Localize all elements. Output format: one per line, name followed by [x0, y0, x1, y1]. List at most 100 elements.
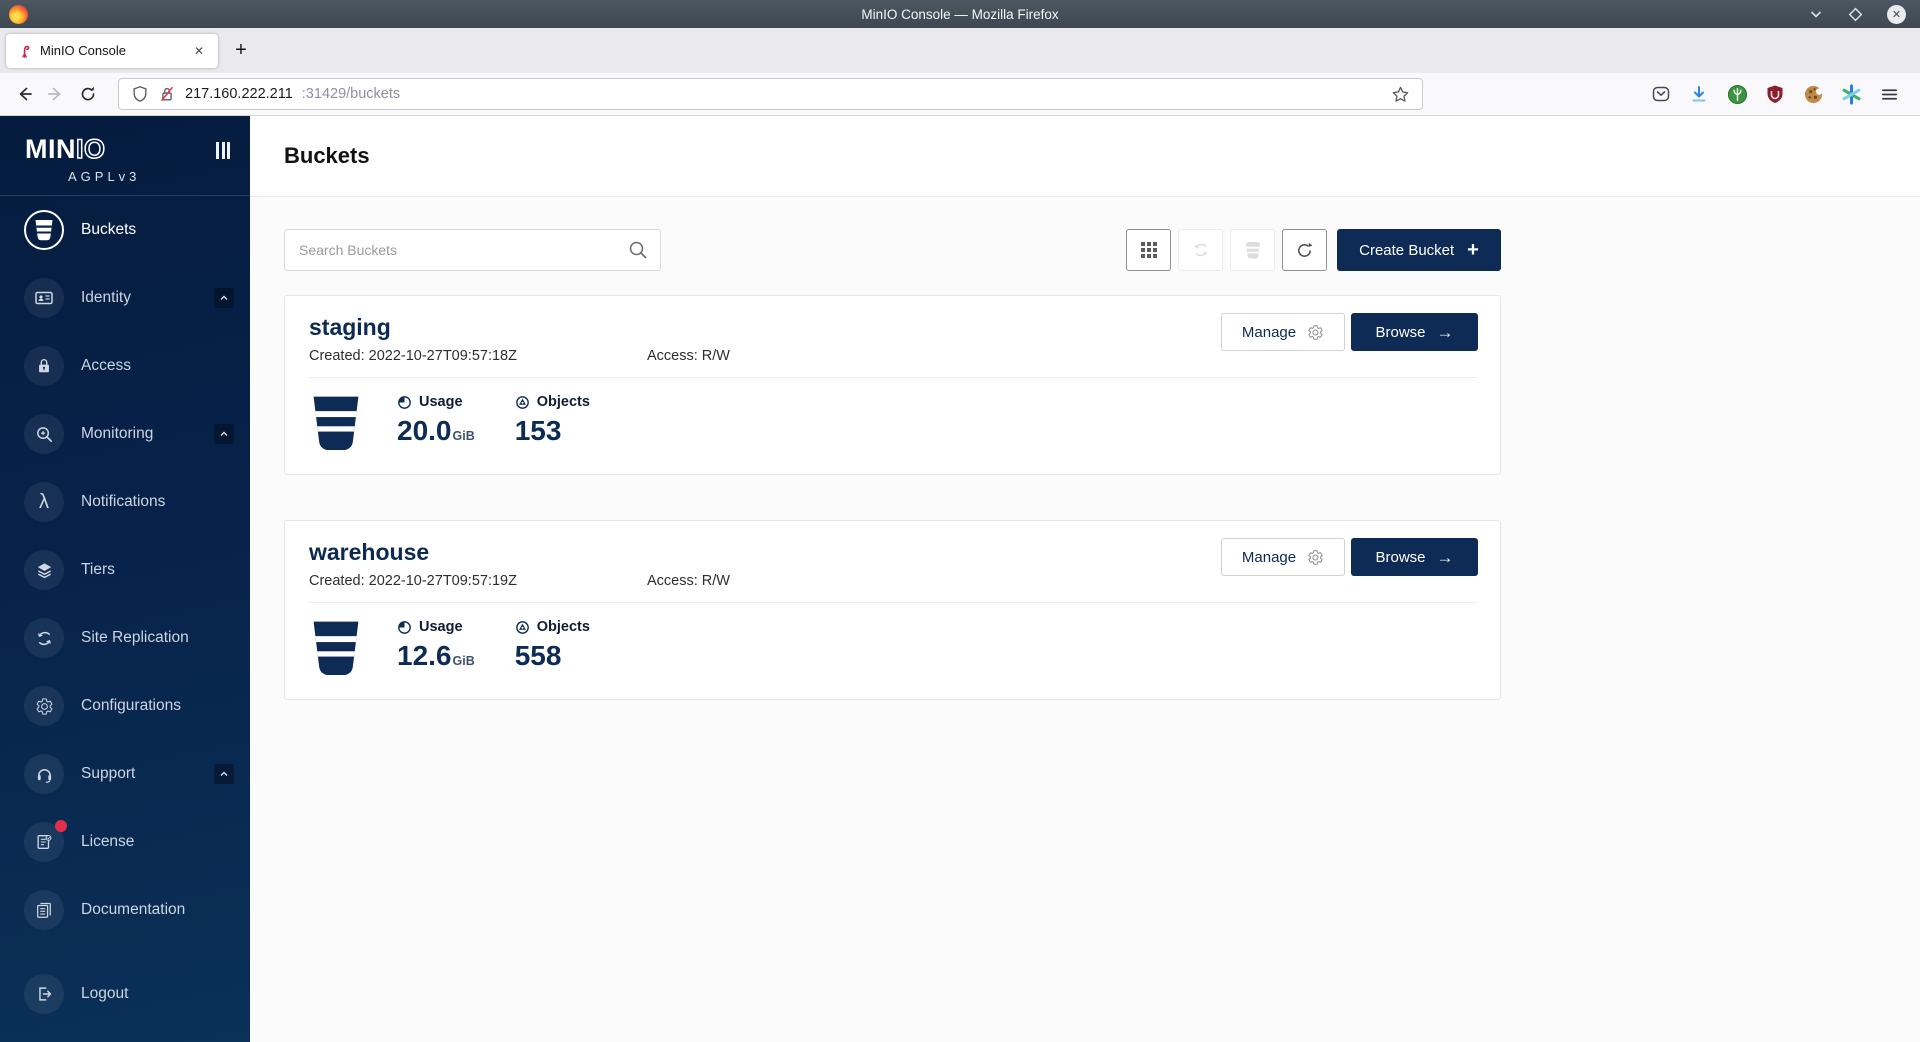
sidebar-item-support[interactable]: Support	[0, 740, 250, 808]
window-maximize-icon[interactable]	[1848, 7, 1863, 22]
bucket-card-staging[interactable]: staging Created: 2022-10-27T09:57:18Z Ac…	[284, 295, 1501, 475]
lambda-glyph: λ	[39, 492, 49, 512]
logo-solid: MIN	[25, 134, 76, 164]
grid-view-button[interactable]	[1126, 229, 1171, 271]
bucket-card-actions: Manage Browse →	[1221, 313, 1478, 351]
chevron-up-icon[interactable]	[214, 764, 234, 784]
bucket-card-warehouse[interactable]: warehouse Created: 2022-10-27T09:57:19Z …	[284, 520, 1501, 700]
window-minimize-icon[interactable]	[1808, 6, 1824, 22]
downloads-icon[interactable]	[1688, 83, 1710, 105]
buckets-content: Create Bucket + staging Created: 2022-10…	[250, 197, 1920, 700]
manage-button[interactable]: Manage	[1221, 313, 1345, 351]
refresh-button[interactable]	[1282, 229, 1327, 271]
minio-logo: MINIO	[25, 136, 228, 163]
usage-pie-icon	[397, 395, 412, 410]
sidebar-item-tiers[interactable]: Tiers	[0, 536, 250, 604]
firefox-logo-icon	[9, 5, 28, 24]
url-path: :31429/buckets	[302, 86, 400, 102]
usage-label: Usage	[419, 394, 463, 410]
manage-button[interactable]: Manage	[1221, 538, 1345, 576]
sidebar-item-label: Tiers	[81, 561, 115, 579]
window-close-icon[interactable]: ✕	[1887, 5, 1906, 24]
card-divider	[309, 602, 1476, 603]
usage-label-row: Usage	[397, 619, 475, 635]
back-button[interactable]	[8, 78, 40, 110]
sidebar-item-label: Documentation	[81, 901, 185, 919]
create-bucket-button[interactable]: Create Bucket +	[1337, 229, 1501, 271]
usage-stat: Usage 12.6GiB	[397, 619, 475, 670]
gear-icon	[1307, 549, 1324, 566]
sidebar: MINIO AGPLv3 Buckets Identity	[0, 116, 250, 1042]
multiaccount-extension-icon[interactable]	[1840, 83, 1862, 105]
minio-favicon-icon	[16, 43, 32, 59]
bucket-action-buttons	[1126, 229, 1327, 271]
bucket-access: Access: R/W	[647, 348, 730, 364]
chevron-up-icon[interactable]	[214, 424, 234, 444]
layers-icon	[24, 550, 64, 590]
shield-permissions-icon[interactable]	[131, 85, 149, 103]
usage-label: Usage	[419, 619, 463, 635]
sidebar-item-buckets[interactable]: Buckets	[0, 196, 250, 264]
insecure-lock-icon[interactable]	[158, 85, 176, 103]
sidebar-item-documentation[interactable]: Documentation	[0, 876, 250, 944]
headset-icon	[24, 754, 64, 794]
objects-label-row: Objects	[515, 619, 590, 635]
sidebar-item-logout[interactable]: Logout	[0, 960, 250, 1028]
sidebar-item-label: Buckets	[81, 221, 136, 239]
id-card-icon	[24, 278, 64, 318]
bucket-card-actions: Manage Browse →	[1221, 538, 1478, 576]
sidebar-collapse-icon[interactable]	[216, 142, 230, 159]
usage-label-row: Usage	[397, 394, 475, 410]
browse-button[interactable]: Browse →	[1351, 538, 1478, 576]
pocket-icon[interactable]	[1650, 83, 1672, 105]
menu-hamburger-icon[interactable]	[1878, 83, 1900, 105]
logout-icon	[24, 974, 64, 1014]
bucket-access: Access: R/W	[647, 573, 730, 589]
usage-pie-icon	[397, 620, 412, 635]
sidebar-item-label: Access	[81, 357, 131, 375]
tab-close-icon[interactable]: ✕	[190, 42, 208, 60]
manage-label: Manage	[1242, 324, 1296, 341]
objects-label: Objects	[537, 619, 590, 635]
logo-outline: IO	[76, 134, 106, 164]
toolbar-extensions	[1650, 83, 1900, 105]
privacy-extension-icon[interactable]	[1726, 83, 1748, 105]
sidebar-item-site-replication[interactable]: Site Replication	[0, 604, 250, 672]
sidebar-item-access[interactable]: Access	[0, 332, 250, 400]
cookie-extension-icon[interactable]	[1802, 83, 1824, 105]
main-panel: Buckets	[250, 116, 1920, 1042]
sidebar-item-license[interactable]: License	[0, 808, 250, 876]
arrow-right-icon: →	[1437, 324, 1454, 341]
window-controls: ✕	[1808, 5, 1906, 24]
bookmark-star-icon[interactable]	[1391, 85, 1410, 104]
browser-toolbar: 217.160.222.211:31429/buckets	[0, 73, 1920, 116]
magnifier-icon	[24, 414, 64, 454]
forward-button[interactable]	[40, 78, 72, 110]
ublock-extension-icon[interactable]	[1764, 83, 1786, 105]
sidebar-item-configurations[interactable]: Configurations	[0, 672, 250, 740]
buckets-toolbar: Create Bucket +	[284, 229, 1501, 271]
objects-icon	[515, 395, 530, 410]
sidebar-item-monitoring[interactable]: Monitoring	[0, 400, 250, 468]
sync-icon	[24, 618, 64, 658]
bucket-icon	[24, 210, 64, 250]
sidebar-item-label: License	[81, 833, 134, 851]
url-bar[interactable]: 217.160.222.211:31429/buckets	[118, 78, 1423, 110]
reload-button[interactable]	[72, 78, 104, 110]
search-input[interactable]	[284, 229, 661, 271]
browse-button[interactable]: Browse →	[1351, 313, 1478, 351]
sidebar-item-label: Support	[81, 765, 135, 783]
license-notification-badge	[55, 820, 67, 832]
gear-icon	[24, 686, 64, 726]
browser-tab-minio-console[interactable]: MinIO Console ✕	[6, 34, 218, 68]
chevron-up-icon[interactable]	[214, 288, 234, 308]
license-edition-label: AGPLv3	[68, 169, 228, 184]
new-tab-button[interactable]: +	[224, 34, 258, 68]
sidebar-item-identity[interactable]: Identity	[0, 264, 250, 332]
objects-value: 153	[515, 417, 590, 445]
arrow-right-icon: →	[1437, 549, 1454, 566]
sidebar-item-notifications[interactable]: λ Notifications	[0, 468, 250, 536]
bucket-stats: Usage 12.6GiB Objects 558	[309, 619, 1476, 677]
bucket-stats: Usage 20.0GiB Objects 153	[309, 394, 1476, 452]
sidebar-item-label: Monitoring	[81, 425, 153, 443]
